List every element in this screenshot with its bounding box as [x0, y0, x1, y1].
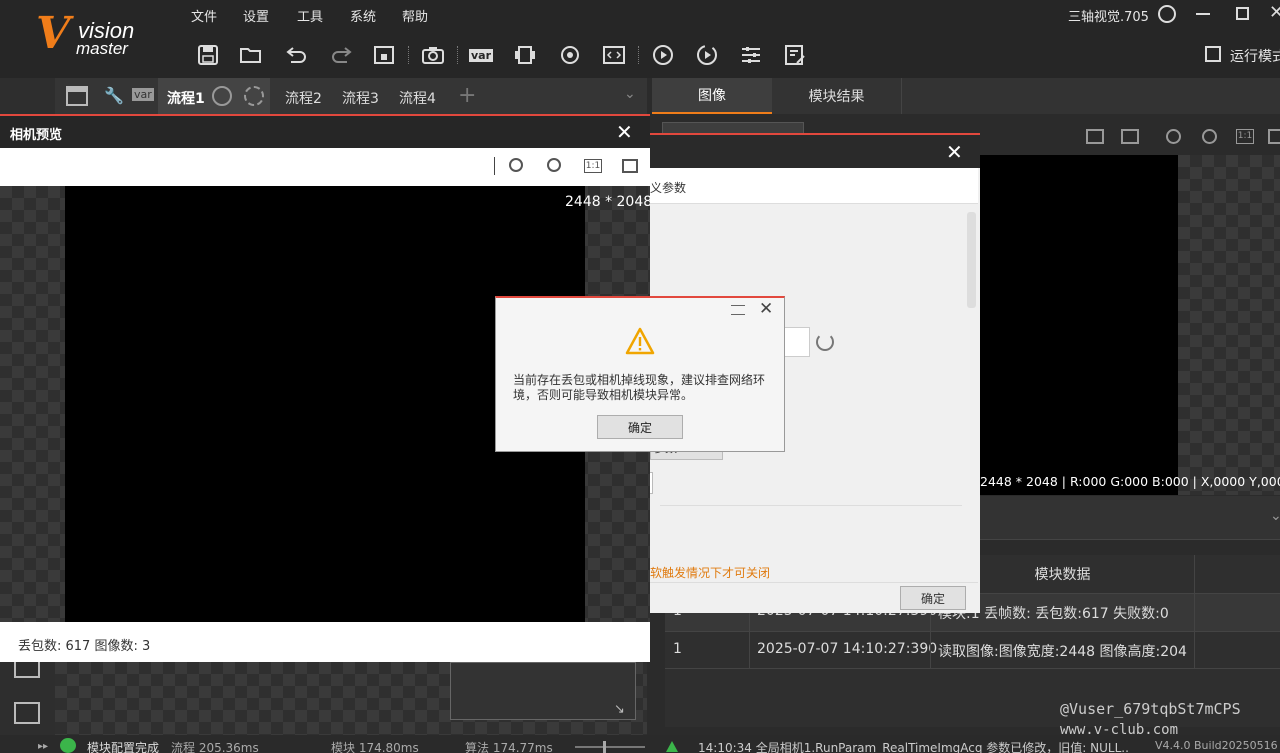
settings-sliders-icon[interactable] [738, 42, 764, 68]
param-section-label: 义参数 [650, 181, 687, 195]
zoom-slider-handle[interactable] [603, 741, 606, 753]
script-icon[interactable] [601, 42, 627, 68]
flow-variable-icon[interactable]: var [132, 88, 154, 101]
param-input[interactable] [784, 327, 810, 357]
menu-settings[interactable]: 设置 [243, 6, 269, 25]
tab-flow2[interactable]: 流程2 [285, 88, 322, 108]
flow-loop-icon[interactable] [244, 86, 264, 106]
save-icon[interactable] [195, 42, 221, 68]
result-image-background [1178, 155, 1280, 495]
expand-icon[interactable]: ▸▸ [38, 741, 48, 752]
redo-icon[interactable] [328, 42, 354, 68]
run-mode-icon[interactable] [1205, 46, 1221, 62]
param-dialog-close-icon[interactable]: ✕ [946, 140, 963, 164]
param-section-header [650, 168, 978, 204]
status-ok-icon [60, 738, 76, 753]
row-data: 读取图像:图像宽度:2448 图像高度:2048 [938, 644, 1188, 660]
algo-time: 算法 174.77ms [465, 741, 553, 753]
wrench-icon[interactable]: 🔧 [104, 86, 124, 105]
run-once-icon[interactable] [650, 42, 676, 68]
param-divider [660, 505, 962, 506]
zoom-slider[interactable] [575, 746, 645, 748]
zoom-out-icon[interactable] [547, 158, 561, 172]
expand-arrow-icon[interactable]: ↘ [614, 702, 625, 717]
maximize-icon[interactable] [1236, 7, 1249, 20]
right-zoom-in-icon[interactable] [1166, 129, 1181, 144]
image-pixel-status: 2448 * 2048 | R:000 G:000 B:000 | X,0000… [980, 474, 1280, 489]
camera-stats: 丢包数: 617 图像数: 3 [18, 639, 151, 654]
module-time: 模块 174.80ms [331, 741, 419, 753]
tab-module-result[interactable]: 模块结果 [772, 78, 902, 114]
tab-flow4[interactable]: 流程4 [399, 88, 436, 108]
param-hint: 软触发情况下才可关闭 [650, 566, 771, 580]
param-field-edge [650, 472, 653, 494]
camera-icon[interactable] [420, 42, 446, 68]
device-icon[interactable] [512, 42, 538, 68]
param-ok-button[interactable]: 确定 [900, 586, 966, 610]
flow-time: 流程 205.36ms [171, 741, 259, 753]
param-scrollbar[interactable] [967, 212, 976, 308]
add-flow-button[interactable]: + [458, 83, 476, 108]
menu-help[interactable]: 帮助 [402, 6, 428, 25]
menu-file[interactable]: 文件 [191, 6, 217, 25]
tab-flow1[interactable]: 流程1 [167, 88, 205, 108]
edit-form-icon[interactable] [782, 42, 808, 68]
toolbar-divider [457, 46, 458, 64]
variable-icon[interactable]: var [468, 42, 494, 68]
warning-close-icon[interactable]: ✕ [759, 299, 773, 319]
actual-size-icon[interactable]: 1:1 [584, 159, 602, 173]
close-window-icon[interactable]: ✕ [1269, 2, 1280, 23]
result-image[interactable] [980, 155, 1178, 495]
tab-image[interactable]: 图像 [652, 78, 772, 114]
log-message: 14:10:34 全局相机1.RunParam_RealTimeImgAcq 参… [698, 741, 1128, 753]
toolbar-divider [638, 46, 639, 64]
flow-run-icon[interactable] [212, 86, 232, 106]
refresh-icon[interactable] [816, 333, 834, 351]
camera-resolution: 2448 * 2048 [565, 194, 653, 210]
param-dialog-header [650, 135, 980, 168]
list-icon[interactable] [731, 305, 745, 315]
result-filter-bar [980, 496, 1280, 540]
menu-system[interactable]: 系统 [350, 6, 376, 25]
right-fit-icon[interactable] [1268, 129, 1280, 144]
version-label: V4.4.0 Build20250516 [1155, 739, 1278, 752]
log-warning-icon [665, 740, 679, 753]
menu-tools[interactable]: 工具 [297, 6, 323, 25]
watermark-user: @Vuser_679tqbSt7mCPS [1060, 700, 1241, 718]
run-mode-button[interactable]: 运行模式 [1230, 46, 1280, 66]
warning-triangle-icon [625, 327, 655, 359]
right-actual-size-icon[interactable]: 1:1 [1236, 129, 1254, 144]
window-title: 三轴视觉.705 [1068, 10, 1149, 25]
row-time: 2025-07-07 14:10:27:390 [757, 641, 938, 657]
fit-window-icon[interactable] [622, 159, 638, 173]
lock-icon[interactable] [371, 42, 397, 68]
toolbar-divider [408, 46, 409, 64]
warning-ok-button[interactable]: 确定 [597, 415, 683, 439]
minimize-icon[interactable] [1196, 13, 1210, 15]
navigator-thumbnail[interactable] [450, 662, 636, 720]
clock-icon[interactable] [1158, 5, 1176, 23]
undo-icon[interactable] [284, 42, 310, 68]
flow-tree-icon[interactable] [66, 86, 88, 106]
refresh-target-icon[interactable] [557, 42, 583, 68]
tab-flow3[interactable]: 流程3 [342, 88, 379, 108]
row-index: 1 [673, 641, 682, 657]
camera-preview-title: 相机预览 [10, 128, 63, 143]
camera-preview-close-icon[interactable]: ✕ [616, 120, 633, 144]
right-zoom-out-icon[interactable] [1202, 129, 1217, 144]
split-view-icon[interactable] [1086, 129, 1104, 144]
open-folder-icon[interactable] [238, 42, 264, 68]
toolbar-divider [494, 157, 495, 175]
result-chevron-icon[interactable]: ⌄ [1270, 508, 1280, 524]
column-divider [1194, 593, 1195, 669]
app-logo: V vision master [36, 8, 135, 59]
run-loop-icon[interactable] [694, 42, 720, 68]
grid-view-icon[interactable] [1121, 129, 1139, 144]
warning-message: 当前存在丢包或相机掉线现象，建议排查网络环境，否则可能导致相机模块异常。 [513, 373, 766, 402]
chevron-down-icon[interactable]: ⌄ [624, 86, 636, 102]
zoom-in-icon[interactable] [509, 158, 523, 172]
branch-module-icon[interactable] [14, 702, 40, 724]
status-text: 模块配置完成 [87, 741, 160, 753]
camera-preview-header [0, 116, 650, 148]
